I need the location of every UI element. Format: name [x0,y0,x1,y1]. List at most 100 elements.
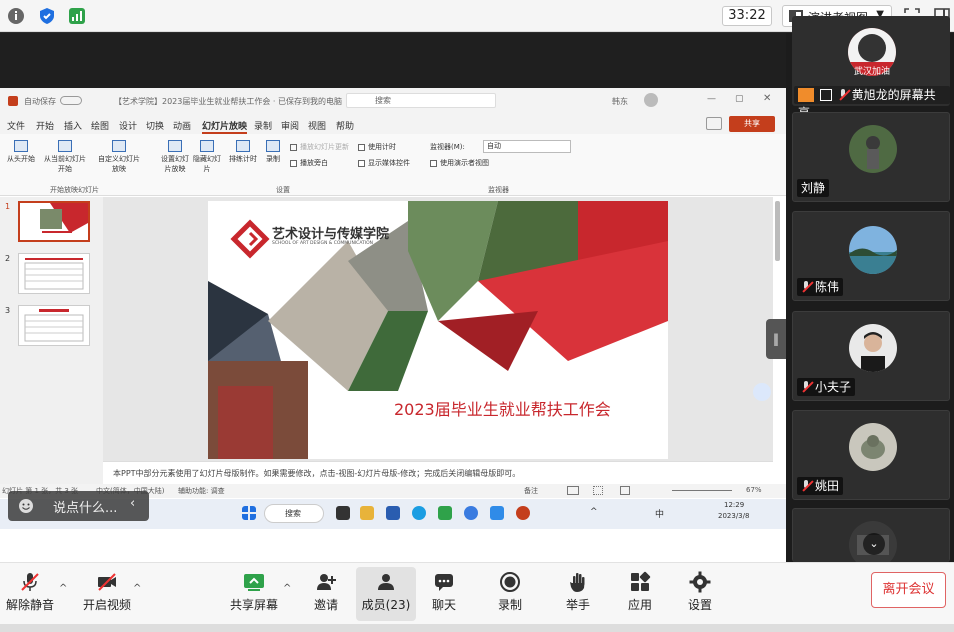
avatar-image [849,423,897,471]
windows-start-icon[interactable] [242,506,256,520]
reading-view-icon[interactable] [620,486,630,495]
collapse-sidebar-handle[interactable]: ‖ [766,319,786,359]
task-view-icon[interactable] [336,506,350,520]
signal-icon[interactable] [68,7,86,25]
leave-meeting-button[interactable]: 离开会议 [871,572,946,608]
avatar-image [849,226,897,274]
hide-slide-button[interactable]: 隐藏幻灯片 [193,140,221,174]
maximize-icon[interactable]: ▢ [735,94,744,104]
mic-muted-icon [838,89,848,101]
unmute-button[interactable]: 解除静音 [0,567,60,621]
avatar-caption: 武汉加油 [853,67,890,77]
host-badge-icon [798,88,814,102]
monitor-select[interactable]: 自动 [483,140,571,153]
share-screen-icon [244,574,264,591]
tab-review[interactable]: 审阅 [281,119,299,132]
members-button[interactable]: 成员(23) [356,567,416,621]
ppt-search-box[interactable]: 搜索 [346,93,496,108]
invite-button[interactable]: 邀请 [296,567,356,621]
camera-off-icon [98,573,116,591]
thumb-preview [40,203,88,233]
normal-view-icon[interactable] [567,486,579,495]
share-options-chevron-icon[interactable]: ^ [283,583,291,594]
close-icon[interactable]: ✕ [763,93,771,104]
participant-tile[interactable]: 武汉加油 黄旭龙的屏幕共享 [792,16,950,120]
rehearse-button[interactable]: 排练计时 [228,140,258,164]
emoji-icon[interactable] [18,498,34,514]
setup-show-button[interactable]: 设置幻灯片放映 [160,140,190,174]
tray-chevron-icon[interactable]: ^ [590,507,598,517]
use-timings-checkbox[interactable]: 使用计时 [358,142,396,152]
narration-label: 播放旁白 [300,159,328,167]
floating-voice-button[interactable] [753,383,771,401]
participant-tile[interactable]: 陈伟 [792,211,950,301]
thumb-number: 3 [5,306,11,315]
from-beginning-button[interactable]: 从头开始 [6,140,36,164]
store-icon[interactable] [386,506,400,520]
start-video-label: 开启视频 [82,598,131,612]
from-current-button[interactable]: 从当前幻灯片开始 [42,140,88,174]
ime-indicator[interactable]: 中 [655,507,664,520]
slide-thumbnail[interactable] [18,201,90,242]
vertical-scrollbar[interactable] [775,201,780,261]
taskbar-search[interactable]: 搜索 [264,504,324,523]
tab-file[interactable]: 文件 [7,119,25,132]
record-button[interactable]: 录制 [262,140,284,164]
share-screen-button[interactable]: 共享屏幕 [224,567,284,621]
participant-tile[interactable]: 姚田 [792,410,950,500]
ppt-share-button[interactable]: 共享 [729,116,775,132]
notes-pane[interactable]: 本PPT中部分元素使用了幻灯片母版制作。如果需要修改，点击-视图-幻灯片母版-修… [103,461,773,484]
info-icon[interactable] [7,7,25,25]
tab-help[interactable]: 帮助 [336,119,354,132]
tab-slideshow[interactable]: 幻灯片放映 [202,119,248,134]
record-meeting-button[interactable]: 录制 [480,567,540,621]
shield-icon[interactable] [38,7,56,25]
app-icon[interactable] [464,506,478,520]
participant-tile[interactable]: ⌄ [792,508,950,569]
meeting-app-icon[interactable] [490,506,504,520]
tab-draw[interactable]: 绘图 [91,119,109,132]
powerpoint-taskbar-icon[interactable] [516,506,530,520]
wechat-icon[interactable] [438,506,452,520]
accessibility-label[interactable]: 辅助功能: 调查 [178,486,225,496]
gear-icon [689,571,711,593]
tab-home[interactable]: 开始 [36,119,54,132]
zoom-slider[interactable] [672,490,732,491]
tab-view[interactable]: 视图 [308,119,326,132]
audio-options-chevron-icon[interactable]: ^ [59,583,67,594]
custom-show-button[interactable]: 自定义幻灯片放映 [96,140,142,174]
file-explorer-icon[interactable] [360,506,374,520]
sorter-view-icon[interactable] [593,486,603,495]
tab-design[interactable]: 设计 [119,119,137,132]
notes-toggle[interactable]: 备注 [524,486,538,496]
slide-thumbnail[interactable] [18,305,90,346]
presenter-view-checkbox[interactable]: 使用演示者视图 [430,158,489,168]
scroll-down-icon[interactable]: ⌄ [863,533,885,555]
participant-tile[interactable]: 刘静 [792,112,950,202]
autosave-toggle[interactable] [60,96,82,105]
media-controls-checkbox[interactable]: 显示媒体控件 [358,158,410,168]
tab-record[interactable]: 录制 [254,119,272,132]
update-slides-checkbox[interactable]: 播放幻灯片更新 [290,142,349,152]
tab-animations[interactable]: 动画 [173,119,191,132]
tab-insert[interactable]: 插入 [64,119,82,132]
video-options-chevron-icon[interactable]: ^ [133,583,141,594]
tab-transitions[interactable]: 切换 [146,119,164,132]
participant-tile[interactable]: 小夫子 [792,311,950,401]
comments-icon[interactable] [706,117,722,130]
start-video-button[interactable]: 开启视频 [77,567,137,621]
clock-date: 2023/3/8 [718,512,750,520]
narration-checkbox[interactable]: 播放旁白 [290,158,328,168]
slide-thumbnail[interactable] [18,253,90,294]
collapse-comment-icon[interactable]: ‹ [130,496,135,511]
settings-button[interactable]: 设置 [670,567,730,621]
minimize-icon[interactable]: — [707,94,716,104]
user-avatar[interactable] [644,93,658,107]
zoom-level[interactable]: 67% [746,486,762,494]
apps-button[interactable]: 应用 [610,567,670,621]
raise-hand-button[interactable]: 举手 [548,567,608,621]
edge-icon[interactable] [412,506,426,520]
chat-button[interactable]: 聊天 [414,567,474,621]
comment-input-bar[interactable]: 说点什么... ‹ [8,491,149,521]
slide-1[interactable]: 艺术设计与传媒学院 SCHOOL OF ART DESIGN & COMMUNI… [208,201,668,459]
